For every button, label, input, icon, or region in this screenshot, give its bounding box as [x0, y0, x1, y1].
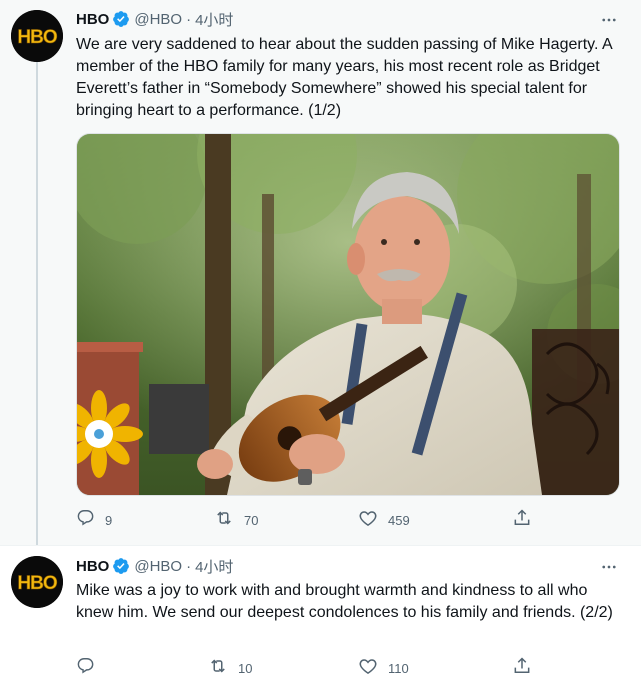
- retweet-button[interactable]: 10: [208, 657, 252, 679]
- like-button[interactable]: 459: [358, 509, 410, 531]
- more-icon[interactable]: [599, 557, 619, 577]
- reply-count: 9: [105, 512, 113, 528]
- share-icon: [512, 508, 532, 533]
- reply-button[interactable]: 9: [76, 509, 112, 531]
- more-icon[interactable]: [599, 10, 619, 30]
- tweet-header: HBO @HBO · 4小时: [76, 555, 233, 577]
- retweet-button[interactable]: 70: [214, 509, 258, 531]
- author-name[interactable]: HBO: [76, 11, 109, 28]
- like-button[interactable]: 110: [358, 657, 409, 679]
- separator-dot: ·: [186, 557, 192, 575]
- retweet-icon: [214, 508, 234, 533]
- reply-icon: [76, 656, 95, 680]
- thread-line: [36, 62, 38, 545]
- separator-dot: ·: [186, 10, 192, 28]
- retweet-count: 70: [244, 512, 259, 528]
- tweet-actions: 10 110: [76, 656, 546, 681]
- verified-icon: [112, 10, 130, 28]
- like-count: 110: [388, 660, 409, 676]
- tweet-2[interactable]: HBO HBO @HBO · 4小时 Mike was a joy to wor…: [0, 545, 641, 686]
- author-handle[interactable]: @HBO: [134, 11, 182, 28]
- tweet-1[interactable]: HBO HBO @HBO · 4小时 We are very saddened …: [0, 0, 641, 545]
- share-button[interactable]: [512, 656, 532, 681]
- share-icon: [512, 656, 532, 681]
- timestamp[interactable]: 4小时: [195, 9, 233, 30]
- avatar-logo-text: HBO: [17, 27, 56, 48]
- avatar[interactable]: HBO: [11, 10, 63, 62]
- timestamp[interactable]: 4小时: [195, 556, 233, 577]
- avatar[interactable]: HBO: [11, 556, 63, 608]
- share-button[interactable]: [512, 508, 532, 533]
- author-handle[interactable]: @HBO: [134, 558, 182, 575]
- retweet-icon: [208, 656, 228, 681]
- tweet-header: HBO @HBO · 4小时: [76, 8, 233, 30]
- reply-button[interactable]: [76, 657, 105, 679]
- reply-icon: [76, 508, 95, 532]
- tweet-text: Mike was a joy to work with and brought …: [76, 582, 613, 621]
- like-icon: [358, 656, 378, 681]
- like-count: 459: [388, 512, 410, 528]
- tweet-actions: 9 70 459: [76, 508, 546, 533]
- tweet-photo[interactable]: [76, 133, 620, 496]
- avatar-logo-text: HBO: [17, 573, 56, 594]
- verified-icon: [112, 557, 130, 575]
- tweet-text: We are very saddened to hear about the s…: [76, 36, 612, 119]
- retweet-count: 10: [238, 660, 253, 676]
- author-name[interactable]: HBO: [76, 558, 109, 575]
- like-icon: [358, 508, 378, 533]
